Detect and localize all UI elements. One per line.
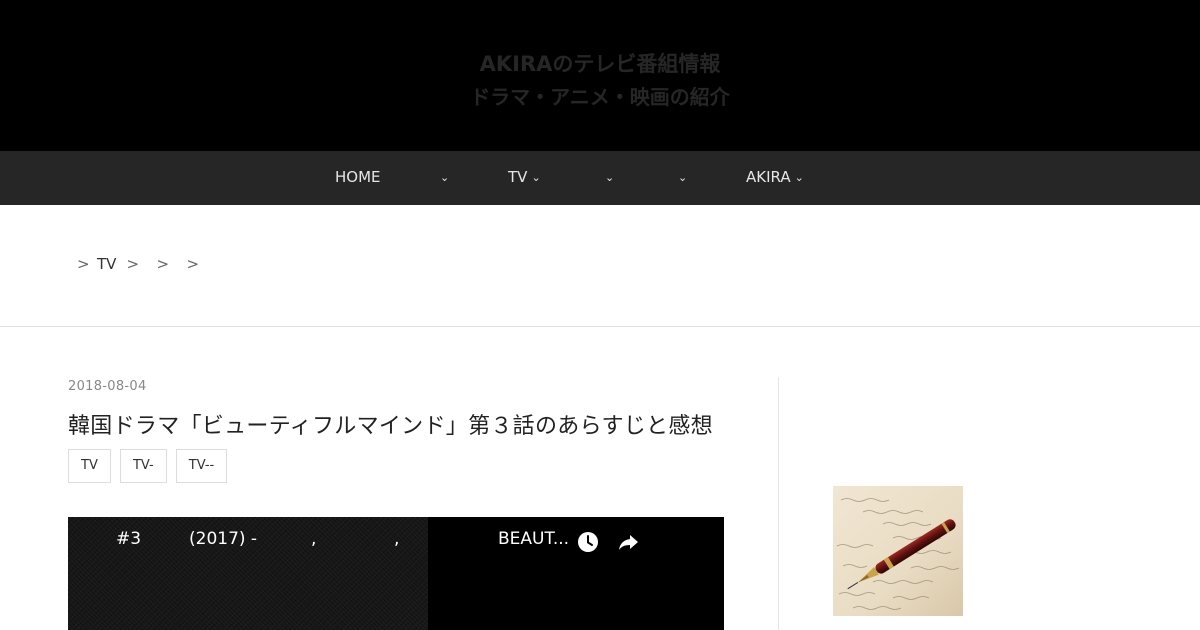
global-nav: HOME ⌄ TV ⌄ ⌄ ⌄ AKIRA ⌄	[0, 151, 1200, 205]
video-year[interactable]: (2017) -	[189, 529, 257, 549]
video-title-comma[interactable]: ,	[394, 529, 399, 549]
fountain-pen-image	[833, 486, 963, 616]
site-header: AKIRAのテレビ番組情報 ドラマ・アニメ・映画の紹介	[0, 0, 1200, 151]
nav-item-menu-4[interactable]: ⌄	[601, 151, 614, 205]
breadcrumb-separator: >	[186, 255, 200, 273]
nav-item-tv-label: TV	[508, 168, 528, 186]
video-embed[interactable]: #3 (2017) - , , BEAUT...	[68, 517, 724, 630]
entry-title: 韓国ドラマ「ビューティフルマインド」第３話のあらすじと感想	[68, 414, 713, 439]
share-icon[interactable]	[617, 531, 639, 553]
entry-categories: TV TV- TV--	[68, 449, 231, 483]
video-title-truncated[interactable]: BEAUT...	[498, 529, 569, 549]
breadcrumb-item-tv[interactable]: TV	[97, 255, 116, 273]
nav-item-akira[interactable]: AKIRA ⌄	[746, 151, 804, 205]
entry-date: 2018-08-04	[68, 379, 147, 394]
video-episode[interactable]: #3	[116, 529, 141, 549]
video-title-comma[interactable]: ,	[311, 529, 316, 549]
site-title-line2: ドラマ・アニメ・映画の紹介	[470, 85, 730, 109]
chevron-down-icon: ⌄	[440, 171, 450, 184]
category-tag[interactable]: TV--	[175, 449, 228, 483]
chevron-down-icon: ⌄	[678, 171, 688, 184]
category-tag[interactable]: TV-	[119, 449, 167, 483]
breadcrumb-separator: >	[156, 255, 170, 273]
nav-item-home-label: HOME	[335, 168, 381, 186]
category-tag[interactable]: TV	[68, 449, 111, 483]
breadcrumb-separator: >	[77, 255, 90, 273]
sidebar-divider	[778, 377, 779, 630]
nav-item-home[interactable]: HOME	[335, 151, 381, 205]
clock-icon[interactable]	[577, 531, 599, 553]
nav-item-menu-2[interactable]: ⌄	[436, 151, 449, 205]
breadcrumb: > TV > > >	[77, 255, 216, 273]
chevron-down-icon: ⌄	[605, 171, 615, 184]
nav-item-akira-label: AKIRA	[746, 168, 791, 186]
site-title-line1[interactable]: AKIRAのテレビ番組情報	[0, 49, 1200, 79]
nav-item-menu-5[interactable]: ⌄	[674, 151, 687, 205]
breadcrumb-separator: >	[126, 255, 140, 273]
nav-item-tv[interactable]: TV ⌄	[508, 151, 541, 205]
chevron-down-icon: ⌄	[794, 171, 804, 184]
breadcrumb-area: > TV > > >	[0, 205, 1200, 327]
chevron-down-icon: ⌄	[531, 171, 541, 184]
